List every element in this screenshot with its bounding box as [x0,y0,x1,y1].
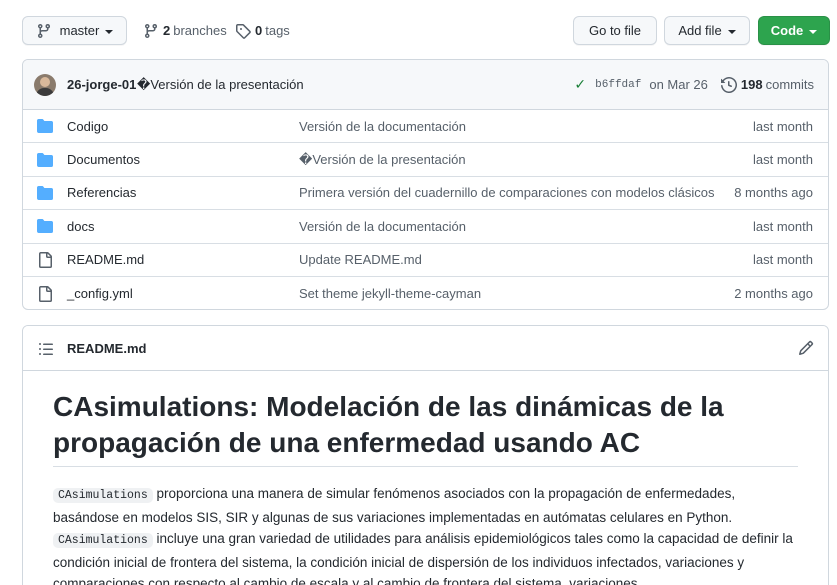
commit-sha[interactable]: b6ffdaf [595,79,641,91]
table-row[interactable]: Codigo Versión de la documentación last … [23,110,828,144]
file-name[interactable]: Referencias [67,185,136,200]
folder-icon [37,119,53,134]
git-branch-icon [37,23,50,38]
latest-commit-bar: 26-jorge-01 �Versión de la presentación … [23,60,828,110]
inline-code: CAsimulations [53,533,153,549]
file-age: last month [753,152,813,168]
readme-panel: README.md CAsimulations: Modelación de l… [22,325,829,585]
code-label: Code [770,23,804,38]
table-row[interactable]: _config.yml Set theme jekyll-theme-cayma… [23,277,828,309]
file-name[interactable]: _config.yml [67,286,133,301]
chevron-down-icon [105,29,114,34]
tag-icon [236,23,251,39]
readme-paragraph: CAsimulations proporciona una manera de … [53,483,798,585]
commits-link[interactable]: 198 commits [720,76,814,93]
table-row[interactable]: README.md Update README.md last month [23,244,828,277]
readme-text: proporciona una manera de simular fenóme… [53,486,736,525]
file-commit-message[interactable]: Versión de la documentación [299,119,466,134]
file-name[interactable]: README.md [67,252,144,267]
file-commit-message[interactable]: Versión de la documentación [299,219,466,234]
file-list: 26-jorge-01 �Versión de la presentación … [22,59,829,310]
file-age: 2 months ago [734,286,813,302]
commits-label: commits [765,77,814,92]
folder-icon [37,185,53,200]
branch-name: master [59,23,100,38]
avatar[interactable] [34,74,56,96]
file-name[interactable]: docs [67,219,94,234]
table-row[interactable]: Referencias Primera versión del cuaderni… [23,177,828,211]
readme-content: CAsimulations: Modelación de las dinámic… [23,371,828,585]
branches-count: 2 [163,23,171,38]
file-commit-message[interactable]: Update README.md [299,252,422,267]
add-file-button[interactable]: Add file [664,16,750,45]
file-name[interactable]: Documentos [67,152,140,167]
branches-label: branches [173,23,227,38]
readme-filename[interactable]: README.md [67,341,146,356]
table-row[interactable]: Documentos �Versión de la presentación l… [23,143,828,177]
tags-count: 0 [255,23,263,38]
commit-meta: ✓ b6ffdaf on Mar 26 198 commits [574,76,814,93]
tags-link[interactable]: 0 tags [235,16,290,45]
add-file-label: Add file [678,23,722,38]
code-button[interactable]: Code [758,16,830,45]
check-icon[interactable]: ✓ [574,76,586,93]
file-age: last month [753,252,813,268]
pencil-icon[interactable] [798,340,814,356]
file-commit-message[interactable]: �Versión de la presentación [299,152,466,168]
folder-icon [37,219,53,234]
readme-header: README.md [23,326,828,371]
chevron-down-icon [809,29,818,34]
tags-label: tags [265,23,290,38]
folder-icon [37,152,53,167]
branch-select-button[interactable]: master [22,16,127,45]
readme-text: incluye una gran variedad de utilidades … [53,531,793,585]
chevron-down-icon [727,29,736,34]
file-name[interactable]: Codigo [67,119,108,134]
go-to-file-button[interactable]: Go to file [573,16,657,45]
commit-message[interactable]: �Versión de la presentación [137,77,304,93]
readme-heading: CAsimulations: Modelación de las dinámic… [53,389,798,468]
file-commit-message[interactable]: Primera versión del cuadernillo de compa… [299,185,714,200]
repo-toolbar: master 2 branches 0 tags Go to file Add … [22,16,830,45]
table-row[interactable]: docs Versión de la documentación last mo… [23,210,828,244]
commits-count: 198 [740,77,763,92]
file-icon [39,251,52,268]
branches-link[interactable]: 2 branches [143,16,227,45]
commit-author[interactable]: 26-jorge-01 [67,77,136,92]
file-icon [39,285,52,302]
file-commit-message[interactable]: Set theme jekyll-theme-cayman [299,286,481,301]
history-icon [720,76,737,93]
git-branch-icon [144,23,157,38]
file-age: last month [753,118,813,134]
inline-code: CAsimulations [53,488,153,504]
file-age: last month [753,218,813,234]
file-age: 8 months ago [734,185,813,201]
list-unordered-icon[interactable] [38,341,54,357]
commit-date[interactable]: on Mar 26 [649,77,708,92]
